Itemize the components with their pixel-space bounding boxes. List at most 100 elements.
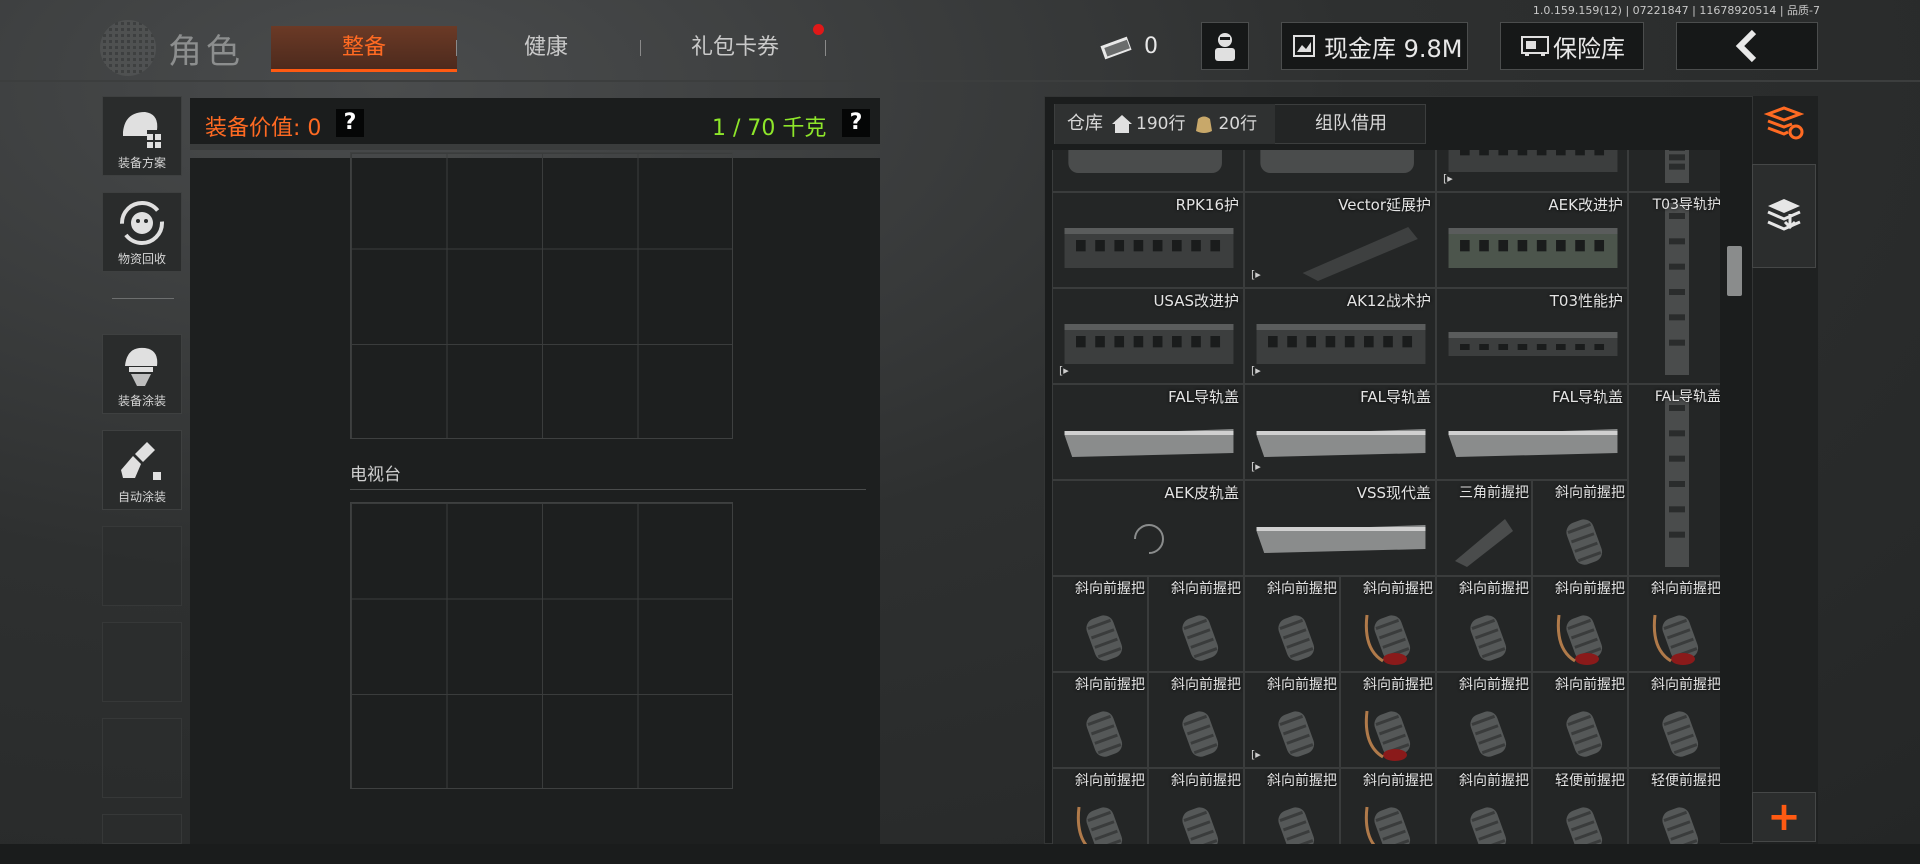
add-button[interactable]: +: [1752, 792, 1816, 842]
warehouse-item-cell[interactable]: 斜向前握把: [1052, 672, 1148, 768]
item-name: AK12战术护: [1346, 292, 1431, 310]
tv-station-label: 电视台: [350, 465, 401, 485]
warehouse-item-cell[interactable]: 斜向前握把: [1628, 672, 1720, 768]
warehouse-item-cell[interactable]: QBU191消音: [1244, 150, 1436, 192]
warehouse-item-cell[interactable]: AK12战术护 [▸: [1244, 288, 1436, 384]
sidebar-empty-slot: [102, 526, 182, 606]
sidebar-item-auto-paint[interactable]: 自动涂装: [102, 430, 182, 510]
warehouse-item-cell[interactable]: 斜向前握把: [1340, 768, 1436, 844]
safe-button[interactable]: 保险库: [1500, 22, 1644, 70]
item-name: 斜向前握把: [1651, 581, 1720, 597]
warehouse-item-cell[interactable]: FAL导轨盖: [1628, 384, 1720, 576]
item-name: USAS改进护: [1153, 292, 1239, 310]
bag-rows: 20行: [1218, 114, 1258, 134]
sidebar-item-label: 自动涂装: [117, 490, 166, 504]
soldier-icon: [1215, 33, 1235, 61]
item-name: 斜向前握把: [1363, 773, 1433, 789]
item-name: 斜向前握把: [1171, 581, 1241, 597]
cash-vault-button[interactable]: 现金库 9.8M: [1281, 22, 1468, 70]
warehouse-item-cell[interactable]: 斜向前握把: [1628, 576, 1720, 672]
tab-equip[interactable]: 整备: [271, 26, 457, 72]
item-name: 斜向前握把: [1267, 773, 1337, 789]
warehouse-item-cell[interactable]: 轻便前握把: [1628, 768, 1720, 844]
warehouse-item-cell[interactable]: T03导轨护: [1628, 192, 1720, 384]
operator-button[interactable]: [1201, 22, 1249, 70]
equipment-value-help-button[interactable]: ?: [336, 109, 364, 137]
home-icon: [1112, 115, 1132, 133]
helmet-grid-icon: [123, 112, 161, 148]
warehouse-item-cell[interactable]: AEK改进护: [1436, 192, 1628, 288]
sidebar-item-equip-paint[interactable]: 装备涂装: [102, 334, 182, 414]
item-equip-marker-icon: [▸: [1251, 748, 1261, 761]
tab-health[interactable]: 健康: [476, 26, 616, 72]
vault-image-icon: [1293, 35, 1315, 57]
cash-vault-label: 现金库 9.8M: [1324, 34, 1463, 63]
safe-box-icon: [1521, 36, 1549, 56]
helmet-paint-icon: [125, 347, 158, 386]
tab-separator: [825, 40, 826, 56]
sidebar-item-loadout-plan[interactable]: 装备方案: [102, 96, 182, 176]
item-name: 斜向前握把: [1075, 581, 1145, 597]
warehouse-item-cell[interactable]: FAL导轨盖: [1436, 384, 1628, 480]
bag-icon: [1196, 116, 1213, 133]
warehouse-item-cell[interactable]: Vector延展护 [▸: [1244, 192, 1436, 288]
sidebar-item-recycle[interactable]: 物资回收: [102, 192, 182, 272]
tv-station-grid[interactable]: [350, 502, 733, 789]
back-button[interactable]: [1676, 22, 1818, 70]
warehouse-item-cell[interactable]: VSS现代盖: [1244, 480, 1436, 576]
warehouse-item-cell[interactable]: USAS改进护 [▸: [1052, 288, 1244, 384]
warehouse-item-cell[interactable]: 斜向前握把 [▸: [1244, 672, 1340, 768]
warehouse-item-cell[interactable]: 斜向前握把: [1436, 768, 1532, 844]
item-name: FAL导轨盖: [1552, 388, 1623, 406]
money-counter: 0: [1098, 22, 1168, 70]
warehouse-item-cell[interactable]: MPX改护[▸: [1436, 150, 1628, 192]
warehouse-item-cell[interactable]: 斜向前握把: [1340, 672, 1436, 768]
warehouse-item-cell[interactable]: 三角前握把: [1436, 480, 1532, 576]
sidebar-empty-slot: [102, 622, 182, 702]
layers-download-icon: [1767, 199, 1801, 231]
warehouse-item-cell[interactable]: 斜向前握把: [1148, 768, 1244, 844]
warehouse-item-cell[interactable]: 斜向前握把: [1052, 576, 1148, 672]
warehouse-item-cell[interactable]: 斜向前握把: [1148, 576, 1244, 672]
item-equip-marker-icon: [▸: [1059, 364, 1069, 377]
warehouse-item-cell[interactable]: 斜向前握把: [1532, 576, 1628, 672]
tab-warehouse[interactable]: 仓库 190行 20行: [1055, 104, 1275, 144]
brush-icon: [121, 442, 161, 480]
warehouse-item-cell[interactable]: 斜向前握把: [1244, 768, 1340, 844]
item-name: 斜向前握把: [1555, 677, 1625, 693]
tab-gift-coupons[interactable]: 礼包卡券: [660, 26, 810, 72]
warehouse-item-cell[interactable]: RPK16护: [1052, 192, 1244, 288]
warehouse-item-cell[interactable]: 斜向前握把: [1148, 672, 1244, 768]
sort-button[interactable]: [1752, 98, 1816, 150]
warehouse-item-cell[interactable]: 斜向前握把: [1340, 576, 1436, 672]
warehouse-item-cell[interactable]: 轻便前握把: [1532, 768, 1628, 844]
tab-team-borrow[interactable]: 组队借用: [1276, 104, 1426, 144]
warehouse-item-cell[interactable]: 斜向前握把: [1052, 768, 1148, 844]
warehouse-item-cell[interactable]: 斜向前握把: [1532, 480, 1628, 576]
warehouse-item-cell[interactable]: AEK皮轨盖: [1052, 480, 1244, 576]
weight-help-button[interactable]: ?: [842, 109, 870, 137]
item-name: 三角前握把: [1459, 485, 1529, 501]
item-name: 斜向前握把: [1267, 581, 1337, 597]
warehouse-item-cell[interactable]: 斜向前握把: [1436, 576, 1532, 672]
stack-store-button[interactable]: [1752, 164, 1816, 268]
item-name: 斜向前握把: [1075, 677, 1145, 693]
warehouse-item-cell[interactable]: FAL导轨盖 [▸: [1244, 384, 1436, 480]
page-title: 角色: [168, 32, 244, 72]
warehouse-item-cell[interactable]: 斜向前握把: [1244, 576, 1340, 672]
item-name: 轻便前握把: [1555, 773, 1625, 789]
warehouse-item-cell[interactable]: FAL导轨盖: [1052, 384, 1244, 480]
warehouse-scrollbar[interactable]: [1727, 246, 1742, 296]
item-equip-marker-icon: [▸: [1251, 268, 1261, 281]
item-image: [1437, 150, 1627, 191]
sidebar-item-label: 物资回收: [117, 252, 166, 266]
item-equip-marker-icon: [▸: [1251, 460, 1261, 473]
warehouse-item-cell[interactable]: T03性能护: [1436, 288, 1628, 384]
warehouse-item-cell[interactable]: 斜向前握把: [1436, 672, 1532, 768]
item-name: 斜向前握把: [1555, 485, 1625, 501]
warehouse-item-cell[interactable]: 棒式消音: [1052, 150, 1244, 192]
warehouse-item-cell[interactable]: [1628, 150, 1720, 192]
equipment-slot-grid[interactable]: [350, 152, 733, 439]
warehouse-item-cell[interactable]: 斜向前握把: [1532, 672, 1628, 768]
item-image: [1245, 150, 1435, 191]
